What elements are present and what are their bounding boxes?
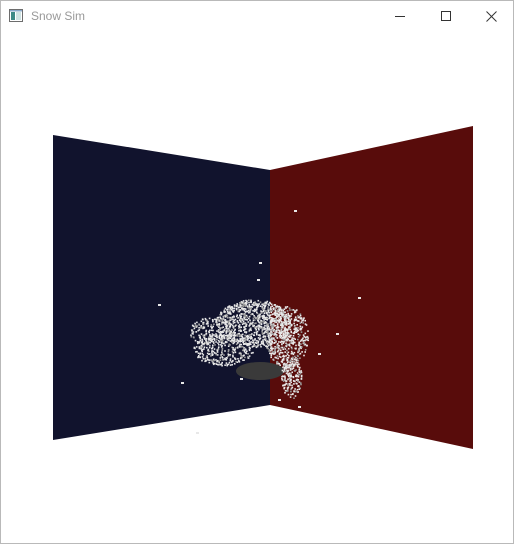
close-icon — [485, 10, 497, 22]
left-wall — [53, 135, 270, 440]
scene-canvas — [1, 31, 513, 543]
title-bar[interactable]: Snow Sim — [1, 1, 513, 31]
window-app-icon — [9, 9, 23, 22]
minimize-button[interactable] — [377, 1, 423, 31]
render-viewport[interactable] — [1, 31, 513, 543]
right-wall — [270, 126, 473, 449]
maximize-button[interactable] — [423, 1, 469, 31]
minimize-icon — [395, 11, 405, 21]
maximize-icon — [441, 11, 451, 21]
close-button[interactable] — [468, 1, 514, 31]
app-window: Snow Sim — [0, 0, 514, 544]
window-title: Snow Sim — [31, 9, 86, 23]
collider-sphere — [236, 362, 284, 380]
